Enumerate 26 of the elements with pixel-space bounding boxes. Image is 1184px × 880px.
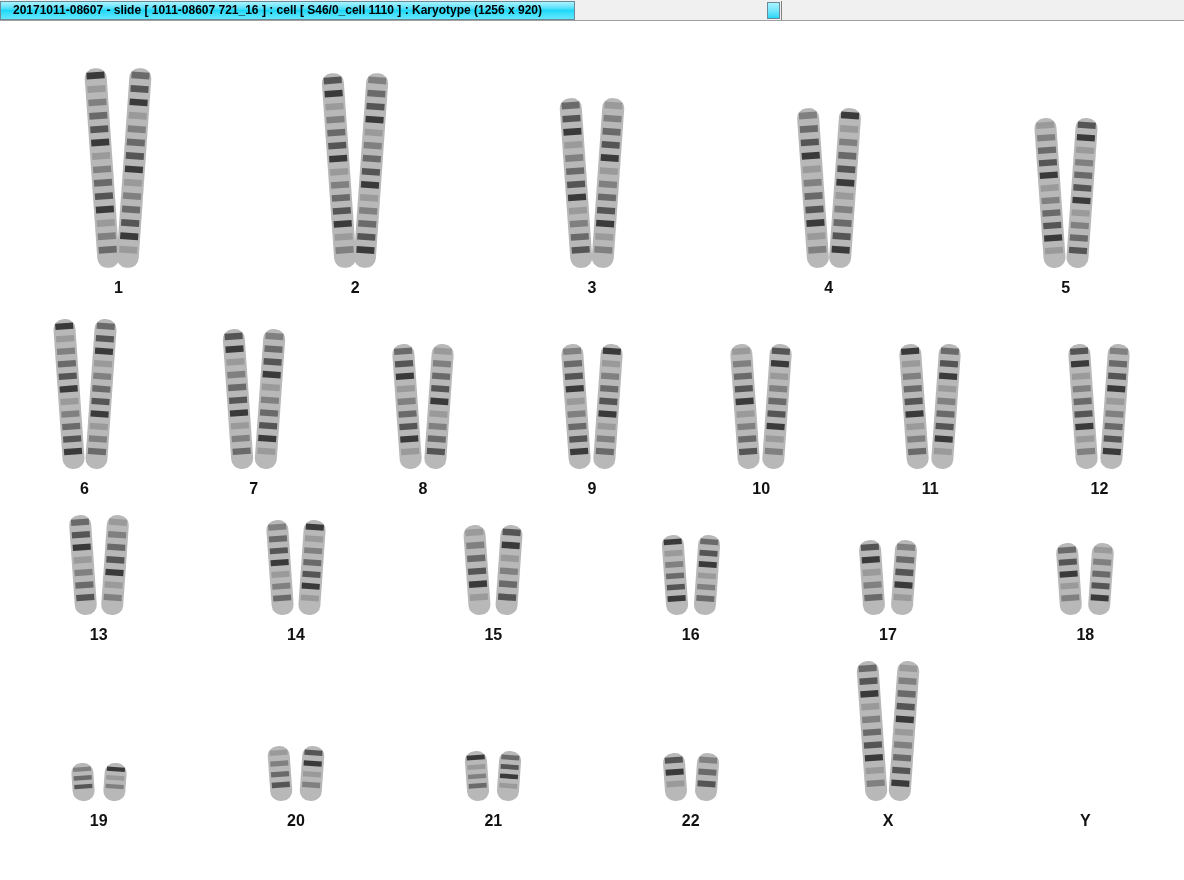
- chromosome-number: 11: [921, 479, 939, 499]
- chromosome-number: 4: [824, 278, 834, 298]
- chromosome-number: 17: [879, 625, 897, 645]
- chromosome-number: 12: [1090, 479, 1109, 499]
- chromosome-number: 9: [587, 479, 597, 499]
- chromosome-number: 2: [350, 278, 360, 298]
- chromosome-number: 16: [681, 625, 700, 645]
- chromosome-number: 7: [249, 479, 259, 499]
- chromosome-number: 8: [418, 479, 428, 499]
- chromosome-number: 10: [752, 479, 771, 499]
- chromosome-number: 5: [1061, 278, 1071, 298]
- chromosome-number: 22: [681, 811, 700, 831]
- chromosome-number: 15: [484, 625, 503, 645]
- chromosome-number: 1: [113, 278, 123, 298]
- chromosome-number: 6: [80, 479, 89, 499]
- chromosome-number: 20: [287, 811, 305, 831]
- chromosome-number: 3: [587, 278, 597, 298]
- chromosome-number: 19: [89, 811, 108, 831]
- chromosome-number: 14: [287, 625, 305, 645]
- window-title: 20171011-08607 - slide [ 1011-08607 721_16 ] : cell [ S46/0_cell 1110 ] : Karyotype (1256 x 920): [0, 0, 575, 20]
- chromosome-number: Y: [1080, 811, 1091, 831]
- chromosome-number: 18: [1076, 625, 1095, 645]
- scroll-thumb[interactable]: [767, 1, 780, 19]
- chromosome-number: X: [882, 811, 894, 831]
- chromosome-number: 21: [484, 811, 503, 831]
- chromosome-number: 13: [89, 625, 108, 645]
